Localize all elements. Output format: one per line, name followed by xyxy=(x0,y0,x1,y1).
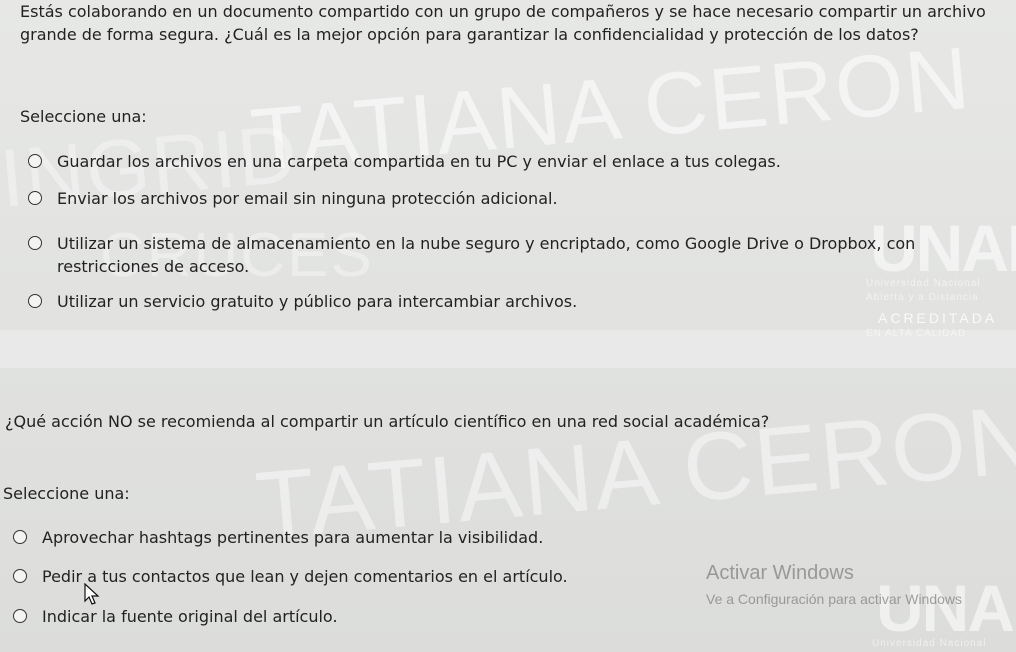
option-label: Utilizar un servicio gratuito y público … xyxy=(57,292,578,311)
radio-button[interactable] xyxy=(13,569,27,583)
question-1-prompt: Seleccione una: xyxy=(20,107,147,126)
question-1-text: Estás colaborando en un documento compar… xyxy=(20,2,986,44)
radio-button[interactable] xyxy=(13,530,27,544)
radio-button[interactable] xyxy=(28,191,42,205)
question-1-option-1[interactable]: Guardar los archivos en una carpeta comp… xyxy=(28,150,781,173)
option-label: Pedir a tus contactos que lean y dejen c… xyxy=(42,567,568,586)
option-label: Utilizar un sistema de almacenamiento en… xyxy=(57,234,916,276)
question-1-option-3[interactable]: Utilizar un sistema de almacenamiento en… xyxy=(28,232,1008,278)
question-2-prompt: Seleccione una: xyxy=(3,484,130,503)
option-label: Enviar los archivos por email sin ningun… xyxy=(57,189,558,208)
radio-button[interactable] xyxy=(13,609,27,623)
option-label: Aprovechar hashtags pertinentes para aum… xyxy=(42,528,544,547)
radio-button[interactable] xyxy=(28,236,42,250)
option-label: Guardar los archivos en una carpeta comp… xyxy=(57,152,781,171)
question-separator xyxy=(0,330,1016,368)
option-label: Indicar la fuente original del artículo. xyxy=(42,607,338,626)
radio-button[interactable] xyxy=(28,154,42,168)
mouse-cursor-icon xyxy=(84,583,100,605)
question-1: Estás colaborando en un documento compar… xyxy=(0,0,1016,325)
question-2-option-1[interactable]: Aprovechar hashtags pertinentes para aum… xyxy=(13,526,543,549)
question-1-option-2[interactable]: Enviar los archivos por email sin ningun… xyxy=(28,187,558,210)
radio-button[interactable] xyxy=(28,294,42,308)
question-2-text: ¿Qué acción NO se recomienda al comparti… xyxy=(5,412,770,431)
question-1-option-4[interactable]: Utilizar un servicio gratuito y público … xyxy=(28,290,577,313)
question-2-option-3[interactable]: Indicar la fuente original del artículo. xyxy=(13,605,338,628)
